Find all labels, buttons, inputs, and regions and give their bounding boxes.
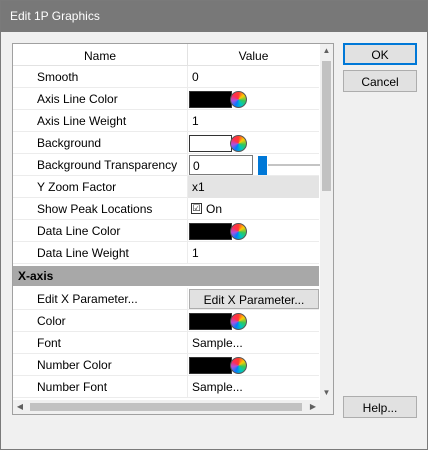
smooth-value-field[interactable]: 0	[187, 66, 319, 88]
property-value: 0	[192, 70, 199, 84]
transparency-slider-thumb[interactable]	[258, 156, 267, 175]
property-name: Axis Line Color	[37, 92, 118, 106]
color-swatch[interactable]	[189, 223, 232, 240]
property-name: Background	[37, 136, 102, 150]
color-swatch[interactable]	[189, 91, 232, 108]
background-color-value[interactable]	[187, 132, 319, 154]
x-font-value[interactable]: Sample...	[187, 332, 319, 354]
property-name: Color	[37, 314, 66, 328]
property-name: Number Font	[37, 380, 108, 394]
property-name: Show Peak Locations	[37, 202, 153, 216]
x-number-font-value[interactable]: Sample...	[187, 376, 319, 398]
color-wheel-icon[interactable]	[230, 223, 247, 240]
transparency-slider-track[interactable]	[268, 164, 320, 166]
axis-line-color-value[interactable]	[187, 88, 319, 110]
property-row-axis-line-weight[interactable]: Axis Line Weight 1	[13, 110, 319, 132]
property-value: 1	[192, 114, 199, 128]
value-column-header: Value	[187, 44, 319, 66]
property-row-x-color[interactable]: Color	[13, 310, 319, 332]
edit-1p-graphics-dialog: Edit 1P Graphics Name Value Smooth 0 Axi…	[0, 0, 428, 450]
property-row-axis-line-color[interactable]: Axis Line Color	[13, 88, 319, 110]
edit-x-parameter-button[interactable]: Edit X Parameter...	[189, 289, 319, 309]
property-row-x-number-font[interactable]: Number Font Sample...	[13, 376, 319, 398]
horizontal-scrollbar[interactable]: ◀ ▶	[13, 400, 320, 414]
color-swatch[interactable]	[189, 135, 232, 152]
data-line-color-value[interactable]	[187, 220, 319, 242]
data-line-weight-value-field[interactable]: 1	[187, 242, 319, 264]
window-title: Edit 1P Graphics	[10, 9, 100, 23]
property-value: 1	[192, 246, 199, 260]
vertical-scrollbar[interactable]: ▲ ▼	[320, 44, 333, 400]
font-sample-link[interactable]: Sample...	[192, 380, 243, 394]
scroll-down-icon[interactable]: ▼	[320, 386, 333, 400]
property-name: Y Zoom Factor	[37, 180, 117, 194]
color-wheel-icon[interactable]	[230, 135, 247, 152]
help-button[interactable]: Help...	[343, 396, 417, 418]
scroll-up-icon[interactable]: ▲	[320, 44, 333, 58]
color-wheel-icon[interactable]	[230, 357, 247, 374]
x-color-value[interactable]	[187, 310, 319, 332]
property-name: Edit X Parameter...	[37, 292, 138, 306]
section-header-x-axis[interactable]: X-axis	[13, 266, 319, 286]
property-row-x-number-color[interactable]: Number Color	[13, 354, 319, 376]
color-swatch[interactable]	[189, 313, 232, 330]
property-value: 0	[193, 159, 200, 173]
property-row-data-line-weight[interactable]: Data Line Weight 1	[13, 242, 319, 264]
property-name: Number Color	[37, 358, 112, 372]
property-row-background-transparency[interactable]: Background Transparency 0	[13, 154, 320, 176]
vertical-scroll-thumb[interactable]	[322, 61, 331, 191]
font-sample-link[interactable]: Sample...	[192, 336, 243, 350]
property-name: Smooth	[37, 70, 79, 84]
title-bar: Edit 1P Graphics	[1, 1, 427, 32]
property-row-show-peak-locations[interactable]: Show Peak Locations ☑ On	[13, 198, 319, 220]
transparency-input[interactable]: 0	[189, 155, 253, 175]
property-row-smooth[interactable]: Smooth 0	[13, 66, 319, 88]
checkbox-label: On	[206, 202, 223, 216]
axis-line-weight-value-field[interactable]: 1	[187, 110, 319, 132]
property-row-edit-x-parameter[interactable]: Edit X Parameter... Edit X Parameter...	[13, 288, 319, 310]
property-row-y-zoom-factor[interactable]: Y Zoom Factor x1	[13, 176, 319, 198]
property-grid[interactable]: Name Value Smooth 0 Axis Line Color Axis…	[12, 43, 334, 415]
background-transparency-value[interactable]: 0	[187, 154, 320, 176]
property-row-data-line-color[interactable]: Data Line Color	[13, 220, 319, 242]
property-name: Data Line Weight	[37, 246, 129, 260]
y-zoom-factor-value: x1	[187, 176, 319, 198]
color-wheel-icon[interactable]	[230, 91, 247, 108]
property-row-background[interactable]: Background	[13, 132, 319, 154]
checkbox-checked-icon[interactable]: ☑	[191, 203, 202, 214]
show-peak-locations-value[interactable]: ☑ On	[187, 198, 319, 220]
x-number-color-value[interactable]	[187, 354, 319, 376]
cancel-button[interactable]: Cancel	[343, 70, 417, 92]
color-swatch[interactable]	[189, 357, 232, 374]
horizontal-scroll-thumb[interactable]	[30, 403, 302, 411]
property-name: Data Line Color	[37, 224, 121, 238]
section-title: X-axis	[18, 269, 54, 283]
name-column-header: Name	[83, 49, 116, 63]
scrollbar-corner	[320, 400, 333, 414]
property-name: Axis Line Weight	[37, 114, 127, 128]
edit-x-parameter-value: Edit X Parameter...	[187, 288, 319, 310]
property-value: x1	[192, 180, 205, 194]
property-row-x-font[interactable]: Font Sample...	[13, 332, 319, 354]
scroll-left-icon[interactable]: ◀	[13, 400, 27, 414]
color-wheel-icon[interactable]	[230, 313, 247, 330]
property-name: Font	[37, 336, 62, 350]
grid-header: Name Value	[13, 44, 319, 66]
property-name: Background Transparency	[37, 158, 178, 172]
ok-button[interactable]: OK	[343, 43, 417, 65]
scroll-right-icon[interactable]: ▶	[306, 400, 320, 414]
